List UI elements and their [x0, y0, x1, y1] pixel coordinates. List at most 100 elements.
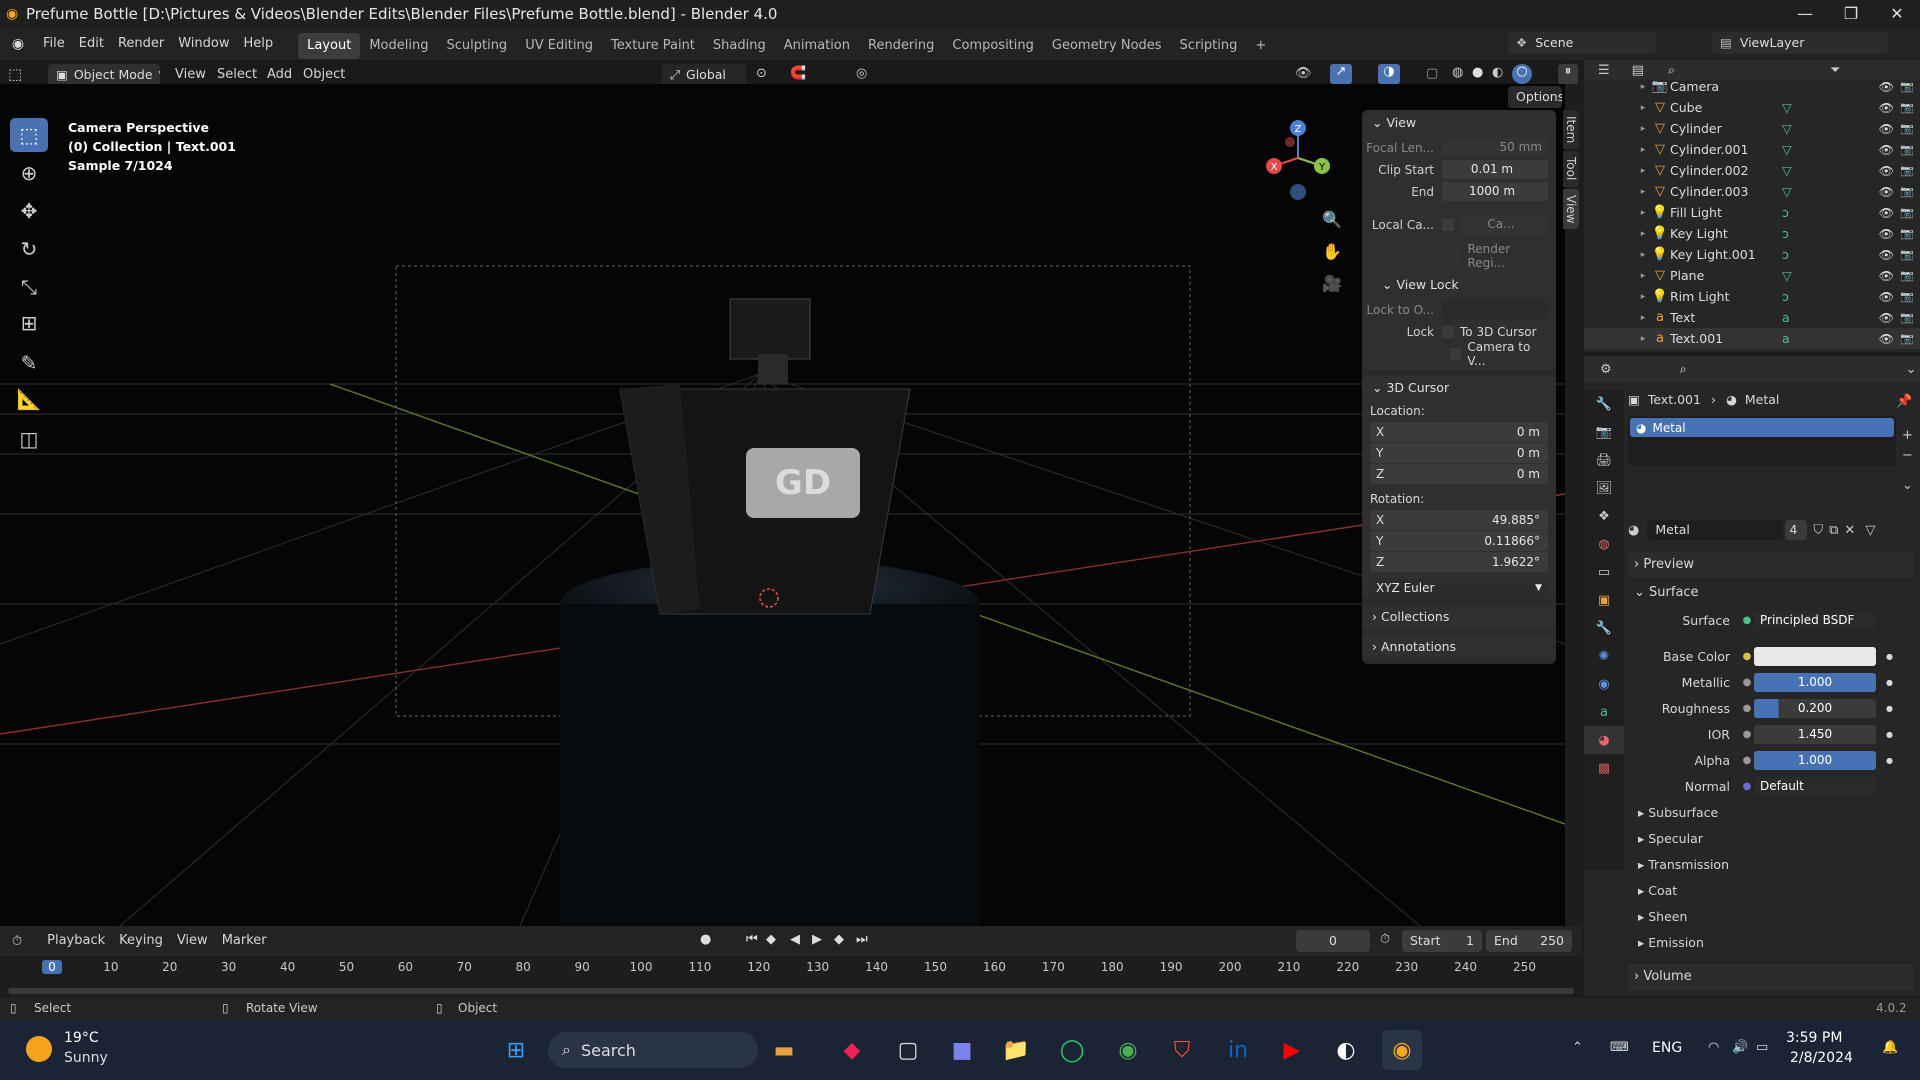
close-button[interactable]: ✕ — [1874, 0, 1920, 28]
timeline-menu-keying[interactable]: Keying — [112, 925, 170, 957]
output-tab-icon[interactable]: 🖨 — [1584, 446, 1624, 474]
outliner-item-fill-light[interactable]: ▸ 💡 Fill Light ↄ 👁 📷 — [1584, 202, 1920, 223]
menu-window[interactable]: Window — [171, 28, 236, 60]
scene-tab-icon[interactable]: ❖ — [1584, 502, 1624, 530]
timeline-menu-marker[interactable]: Marker — [215, 925, 274, 957]
menu-render[interactable]: Render — [111, 28, 171, 60]
end-frame-field[interactable]: End 250 — [1486, 930, 1572, 952]
linkedin-icon[interactable]: in — [1218, 1030, 1258, 1070]
next-keyframe-icon[interactable]: ◆ — [834, 932, 844, 947]
cursor-location-x[interactable]: X0 m — [1370, 422, 1548, 442]
measure-tool-icon[interactable]: 📐 — [10, 382, 48, 416]
properties-editor-icon[interactable]: ⚙ — [1600, 362, 1612, 377]
material-shading-icon[interactable]: ◐ — [1492, 65, 1503, 80]
cursor-location-z[interactable]: Z0 m — [1370, 464, 1548, 484]
prev-keyframe-icon[interactable]: ◆ — [766, 932, 776, 947]
view-layer-selector[interactable]: ▤ ViewLayer — [1712, 32, 1888, 54]
outliner-item-cylinder[interactable]: ▸ ▽ Cylinder ▽ 👁 📷 — [1584, 118, 1920, 139]
normal-field[interactable]: Default — [1754, 776, 1876, 796]
volume-icon[interactable]: 🔊 — [1732, 1040, 1748, 1055]
taskbar-search[interactable]: ⌕ Search — [548, 1032, 758, 1068]
cursor-tool-icon[interactable]: ⊕ — [10, 156, 48, 190]
weather-sun-icon[interactable] — [26, 1036, 52, 1062]
whatsapp-icon[interactable]: ◯ — [1052, 1030, 1092, 1070]
view-section-header[interactable]: ⌄ View — [1362, 110, 1556, 136]
local-camera-checkbox[interactable] — [1442, 218, 1454, 231]
weather-desc[interactable]: Sunny — [64, 1050, 108, 1066]
render-region-checkbox[interactable] — [1450, 249, 1462, 262]
editor-type-icon[interactable]: ⬚ — [8, 65, 22, 83]
record-icon[interactable]: ● — [700, 932, 711, 947]
sheen-panel[interactable]: ▸ Sheen — [1628, 904, 1914, 930]
unlink-icon[interactable]: ✕ — [1844, 523, 1855, 538]
outliner-item-key-light-001[interactable]: ▸ 💡 Key Light.001 ↄ 👁 📷 — [1584, 244, 1920, 265]
start-frame-field[interactable]: Start 1 — [1402, 930, 1482, 952]
zoom-icon[interactable]: 🔍 — [1322, 210, 1342, 229]
cursor-rotation-y[interactable]: Y 0.11866° — [1370, 531, 1548, 551]
play-reverse-icon[interactable]: ◀ — [790, 932, 800, 947]
outliner-item-plane[interactable]: ▸ ▽ Plane ▽ 👁 📷 — [1584, 265, 1920, 286]
collections-section[interactable]: › Collections — [1362, 604, 1556, 630]
github-icon[interactable]: ◐ — [1326, 1030, 1366, 1070]
timeline-menu-view[interactable]: View — [170, 925, 215, 957]
solid-shading-icon[interactable]: ● — [1472, 65, 1483, 80]
keyboard-icon[interactable]: ⌨ — [1610, 1040, 1629, 1055]
volume-panel-header[interactable]: › Volume — [1628, 964, 1914, 990]
navigation-gizmo[interactable]: Z X Y — [1258, 114, 1338, 204]
annotate-tool-icon[interactable]: ✎ — [10, 346, 48, 380]
file-manager-app-icon[interactable]: ▬ — [764, 1030, 804, 1070]
tab-texture-paint[interactable]: Texture Paint — [602, 33, 704, 59]
outliner-item-cylinder-002[interactable]: ▸ ▽ Cylinder.002 ▽ 👁 📷 — [1584, 160, 1920, 181]
preview-range-icon[interactable]: ⏱ — [1380, 932, 1390, 947]
tab-animation[interactable]: Animation — [775, 33, 859, 59]
collection-tab-icon[interactable]: ▭ — [1584, 558, 1624, 586]
rendered-shading-icon[interactable]: ○ — [1512, 64, 1532, 84]
texture-tab-icon[interactable]: ▩ — [1584, 754, 1624, 782]
base-color-swatch[interactable] — [1754, 646, 1876, 666]
slot-link-icon[interactable]: ▽ — [1865, 523, 1875, 538]
brave-icon[interactable]: ⛉ — [1162, 1030, 1202, 1070]
cursor-location-y[interactable]: Y0 m — [1370, 443, 1548, 463]
menu-help[interactable]: Help — [237, 28, 281, 60]
material-name-field[interactable]: Metal — [1647, 520, 1784, 540]
tab-scripting[interactable]: Scripting — [1171, 33, 1247, 59]
transform-orientation[interactable]: ⤢ Global — [662, 64, 746, 86]
outliner-item-cylinder-001[interactable]: ▸ ▽ Cylinder.001 ▽ 👁 📷 — [1584, 139, 1920, 160]
metallic-slider[interactable]: 1.000 — [1754, 672, 1876, 692]
add-slot-icon[interactable]: + — [1902, 428, 1913, 443]
view-lock-header[interactable]: ⌄ View Lock — [1362, 272, 1556, 298]
duplicate-icon[interactable]: ⧉ — [1829, 523, 1838, 538]
material-browse-icon[interactable]: ◕ — [1628, 523, 1639, 538]
chevron-down-icon[interactable]: ⌄ — [1906, 362, 1917, 377]
add-cube-tool-icon[interactable]: ◫ — [10, 422, 48, 456]
material-users-count[interactable]: 4 — [1785, 520, 1808, 540]
tab-layout[interactable]: Layout — [298, 32, 361, 59]
task-view-icon[interactable]: ▢ — [888, 1030, 928, 1070]
properties-search-input[interactable]: ⌕ — [1671, 360, 1842, 378]
teams-icon[interactable]: ■ — [942, 1030, 982, 1070]
tab-rendering[interactable]: Rendering — [859, 33, 943, 59]
render-tab-icon[interactable]: 📷 — [1584, 418, 1624, 446]
menu-file[interactable]: File — [36, 28, 72, 60]
jump-start-icon[interactable]: ⏮ — [746, 932, 758, 947]
tab-item[interactable]: Item — [1563, 110, 1579, 150]
clip-start-field[interactable]: 0.01 m — [1442, 160, 1548, 179]
maximize-button[interactable]: ❐ — [1828, 0, 1874, 28]
preview-panel-header[interactable]: › Preview — [1628, 552, 1914, 578]
camera-to-view-checkbox[interactable] — [1450, 347, 1462, 360]
gizmo-toggle-icon[interactable]: ↗ — [1330, 64, 1352, 84]
options-dropdown[interactable]: Options — [1508, 86, 1562, 108]
outliner-item-camera[interactable]: ▸ 📷 Camera 👁 📷 — [1584, 76, 1920, 97]
material-tab-icon[interactable]: ◕ — [1584, 726, 1624, 754]
outliner-item-rim-light[interactable]: ▸ 💡 Rim Light ↄ 👁 📷 — [1584, 286, 1920, 307]
tool-settings-tab-icon[interactable]: 🔧 — [1584, 390, 1624, 418]
ior-field[interactable]: 1.450 — [1754, 724, 1876, 744]
blender-menu-icon[interactable]: ◉ — [0, 36, 36, 52]
tab-compositing[interactable]: Compositing — [943, 33, 1043, 59]
xray-icon[interactable]: ▢ — [1426, 66, 1438, 81]
jump-end-icon[interactable]: ⏭ — [856, 932, 868, 947]
coat-panel[interactable]: ▸ Coat — [1628, 878, 1914, 904]
3d-cursor-header[interactable]: ⌄ 3D Cursor — [1362, 375, 1556, 401]
world-tab-icon[interactable]: ◍ — [1584, 530, 1624, 558]
surface-panel-header[interactable]: ⌄ Surface — [1628, 580, 1914, 606]
